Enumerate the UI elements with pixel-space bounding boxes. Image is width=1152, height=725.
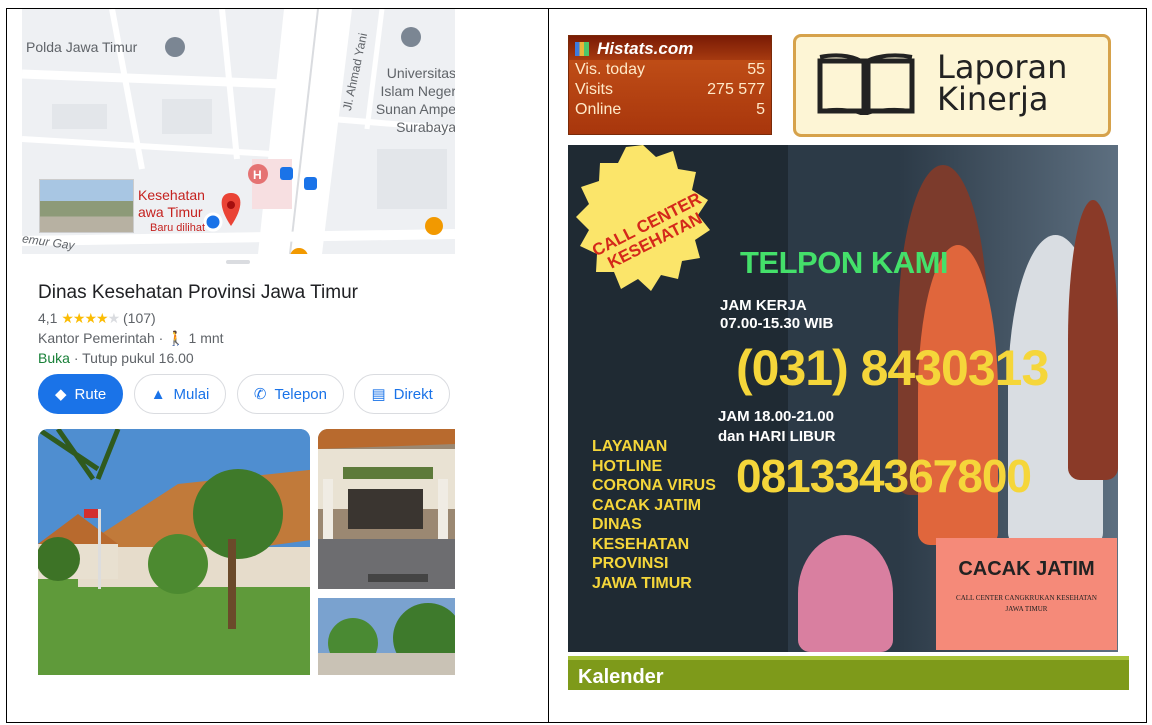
garden-photo [318,598,455,675]
rating-value: 4,1 [38,310,58,326]
map-label-recently-viewed: Baru dilihat [150,222,206,234]
place-photo-entrance[interactable] [318,429,455,589]
review-count[interactable]: (107) [123,310,156,326]
service-description: LAYANAN HOTLINE CORONA VIRUS CACAK JATIM… [592,438,716,592]
kalender-title: Kalender [578,666,664,688]
cacak-title: CACAK JATIM [958,558,1095,580]
histats-row-today: Vis. today 55 [575,61,765,78]
building-photo [38,429,310,675]
histats-brand: Histats.com [597,39,694,58]
histats-header: Histats.com [569,36,771,60]
map-view[interactable]: H Polda Jawa Timur Universitas Islam Neg… [22,9,455,254]
entrance-photo [318,429,455,589]
map-label-poi: Kesehatan awa Timur [138,187,205,220]
poster-person [1068,200,1118,480]
place-title: Dinas Kesehatan Provinsi Jawa Timur [38,282,358,303]
cacak-jatim-box: CACAK JATIM CALL CENTER CANGKRUKAN KESEH… [936,538,1117,650]
histats-row-online: Online 5 [575,101,765,118]
place-sheet: Dinas Kesehatan Provinsi Jawa Timur 4,1 … [22,254,455,675]
call-center-poster[interactable]: CALL CENTER KESEHATAN TELPON KAMI JAM KE… [568,145,1118,652]
poster-headline: TELPON KAMI [740,245,949,280]
column-divider [548,8,549,723]
directory-icon: ▤ [371,386,386,403]
route-button[interactable]: ◆ Rute [38,374,124,414]
start-button[interactable]: ▲ Mulai [133,374,227,414]
after-hours: JAM 18.00-21.00 dan HARI LIBUR [718,408,836,445]
directory-button[interactable]: ▤ Direkt [354,374,450,414]
histats-counter[interactable]: Histats.com Vis. today 55 Visits 275 577 O… [568,35,772,135]
histats-row-visits: Visits 275 577 [575,81,765,98]
phone-office: (031) 8430313 [736,340,1049,396]
laporan-kinerja-banner[interactable]: Laporan Kinerja [793,34,1111,137]
poster-person [798,535,893,652]
open-status: Buka [38,350,70,366]
place-category: Kantor Pemerintah [38,330,155,346]
navigation-arrow-icon: ▲ [150,385,166,403]
open-book-icon [817,53,915,115]
walk-icon: 🚶 [167,330,185,346]
map-label-polda: Polda Jawa Timur [26,39,138,55]
hours-row: Buka · Tutup pukul 16.00 [38,350,194,366]
category-row: Kantor Pemerintah · 🚶 1 mnt [38,330,224,346]
closing-time: Tutup pukul 16.00 [82,350,194,366]
streetview-thumbnail[interactable] [39,179,134,233]
walk-time: 1 mnt [188,330,224,346]
histats-logo-icon [575,42,589,56]
star-rating-icon: ★★★★★ [61,310,120,326]
cacak-subtitle: CALL CENTER CANGKRUKAN KESEHATAN JAWA TI… [956,594,1097,613]
work-hours: JAM KERJA 07.00-15.30 WIB [720,297,834,332]
phone-mobile: 081334367800 [736,450,1032,502]
directions-icon: ◆ [55,386,67,403]
rating-row: 4,1 ★★★★★ (107) [38,310,156,327]
place-photo-main[interactable] [38,429,310,675]
drag-handle[interactable] [226,260,250,264]
kalender-header: Kalender [568,656,1129,690]
map-label-university: Universitas Islam Neger Sunan Ampe Surab… [375,65,455,135]
place-photo-garden[interactable] [318,598,455,675]
phone-icon: ✆ [253,386,267,403]
svg-text:H: H [253,168,262,182]
call-button[interactable]: ✆ Telepon [236,374,344,414]
action-buttons: ◆ Rute ▲ Mulai ✆ Telepon ▤ Direkt [38,374,455,414]
maps-panel: H Polda Jawa Timur Universitas Islam Neg… [22,9,455,675]
laporan-title: Laporan Kinerja [937,48,1068,118]
